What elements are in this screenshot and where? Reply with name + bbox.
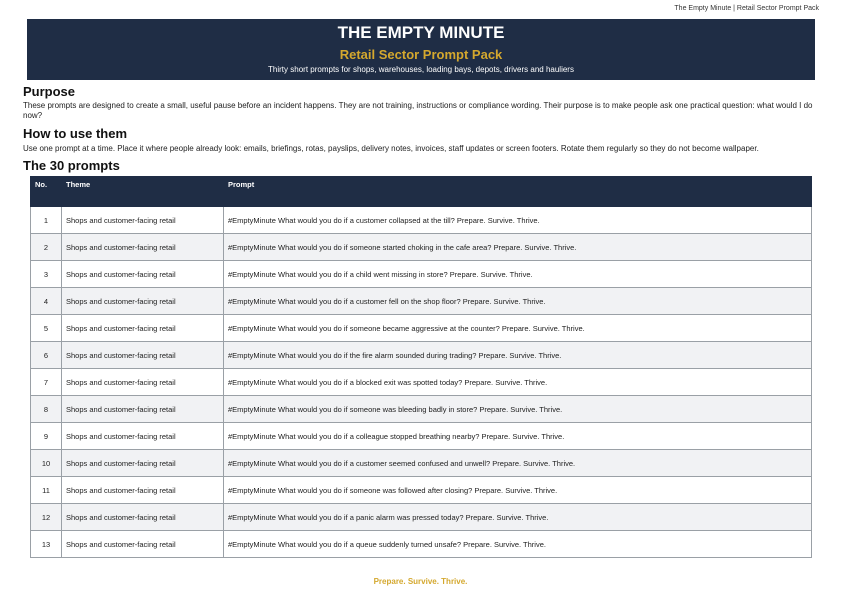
title-banner: THE EMPTY MINUTE Retail Sector Prompt Pa… xyxy=(27,19,815,80)
document-title: THE EMPTY MINUTE xyxy=(337,23,505,42)
row-prompt: #EmptyMinute What would you do if someon… xyxy=(223,395,812,423)
row-theme: Shops and customer-facing retail xyxy=(61,206,224,234)
row-prompt: #EmptyMinute What would you do if a bloc… xyxy=(223,368,812,396)
prompts-heading: The 30 prompts xyxy=(23,158,120,173)
table-row: 13 Shops and customer-facing retail #Empty… xyxy=(30,530,812,558)
column-header-no: No. xyxy=(30,176,62,207)
table-row: 2 Shops and customer-facing retail #EmptyM… xyxy=(30,233,812,261)
table-row: 1 Shops and customer-facing retail #EmptyM… xyxy=(30,206,812,234)
table-header-row: No. Theme Prompt xyxy=(30,176,812,207)
row-prompt: #EmptyMinute What would you do if a chil… xyxy=(223,260,812,288)
row-number: 9 xyxy=(30,422,62,450)
row-number: 7 xyxy=(30,368,62,396)
row-theme: Shops and customer-facing retail xyxy=(61,314,224,342)
row-prompt: #EmptyMinute What would you do if a coll… xyxy=(223,422,812,450)
column-header-prompt: Prompt xyxy=(223,176,812,207)
table-row: 6 Shops and customer-facing retail #EmptyM… xyxy=(30,341,812,369)
table-row: 11 Shops and customer-facing retail #Empty… xyxy=(30,476,812,504)
row-prompt: #EmptyMinute What would you do if a pani… xyxy=(223,503,812,531)
row-theme: Shops and customer-facing retail xyxy=(61,287,224,315)
prompts-table: No. Theme Prompt 1 Shops and customer-fac… xyxy=(30,176,812,558)
row-theme: Shops and customer-facing retail xyxy=(61,395,224,423)
row-theme: Shops and customer-facing retail xyxy=(61,368,224,396)
table-row: 12 Shops and customer-facing retail #Empty… xyxy=(30,503,812,531)
how-to-text: Use one prompt at a time. Place it where… xyxy=(23,144,759,153)
purpose-text: These prompts are designed to create a s… xyxy=(23,101,813,120)
running-header: The Empty Minute | Retail Sector Prompt … xyxy=(674,5,819,12)
table-row: 10 Shops and customer-facing retail #Empty… xyxy=(30,449,812,477)
row-prompt: #EmptyMinute What would you do if a cust… xyxy=(223,206,812,234)
column-header-theme: Theme xyxy=(61,176,224,207)
row-theme: Shops and customer-facing retail xyxy=(61,476,224,504)
table-row: 7 Shops and customer-facing retail #EmptyM… xyxy=(30,368,812,396)
row-number: 11 xyxy=(30,476,62,504)
row-number: 8 xyxy=(30,395,62,423)
row-prompt: #EmptyMinute What would you do if someon… xyxy=(223,314,812,342)
row-number: 12 xyxy=(30,503,62,531)
row-number: 5 xyxy=(30,314,62,342)
row-number: 3 xyxy=(30,260,62,288)
row-theme: Shops and customer-facing retail xyxy=(61,503,224,531)
row-theme: Shops and customer-facing retail xyxy=(61,530,224,558)
prompts-table-body: 1 Shops and customer-facing retail #EmptyM… xyxy=(30,206,812,558)
row-number: 2 xyxy=(30,233,62,261)
row-theme: Shops and customer-facing retail xyxy=(61,341,224,369)
row-number: 10 xyxy=(30,449,62,477)
row-prompt: #EmptyMinute What would you do if a cust… xyxy=(223,287,812,315)
row-theme: Shops and customer-facing retail xyxy=(61,260,224,288)
row-number: 1 xyxy=(30,206,62,234)
document-subtitle: Retail Sector Prompt Pack xyxy=(339,47,503,62)
row-number: 6 xyxy=(30,341,62,369)
table-row: 8 Shops and customer-facing retail #EmptyM… xyxy=(30,395,812,423)
row-prompt: #EmptyMinute What would you do if a queu… xyxy=(223,530,812,558)
document-tagline: Thirty short prompts for shops, warehous… xyxy=(268,65,574,74)
table-row: 3 Shops and customer-facing retail #EmptyM… xyxy=(30,260,812,288)
how-to-heading: How to use them xyxy=(23,126,128,141)
row-theme: Shops and customer-facing retail xyxy=(61,233,224,261)
row-theme: Shops and customer-facing retail xyxy=(61,449,224,477)
purpose-heading: Purpose xyxy=(23,84,76,99)
table-row: 9 Shops and customer-facing retail #EmptyM… xyxy=(30,422,812,450)
row-theme: Shops and customer-facing retail xyxy=(61,422,224,450)
row-prompt: #EmptyMinute What would you do if someon… xyxy=(223,476,812,504)
row-prompt: #EmptyMinute What would you do if the fi… xyxy=(223,341,812,369)
row-number: 13 xyxy=(30,530,62,558)
footer-slogan: Prepare. Survive. Thrive. xyxy=(373,577,468,586)
row-prompt: #EmptyMinute What would you do if someon… xyxy=(223,233,812,261)
table-row: 5 Shops and customer-facing retail #EmptyM… xyxy=(30,314,812,342)
row-number: 4 xyxy=(30,287,62,315)
row-prompt: #EmptyMinute What would you do if a cust… xyxy=(223,449,812,477)
table-row: 4 Shops and customer-facing retail #EmptyM… xyxy=(30,287,812,315)
